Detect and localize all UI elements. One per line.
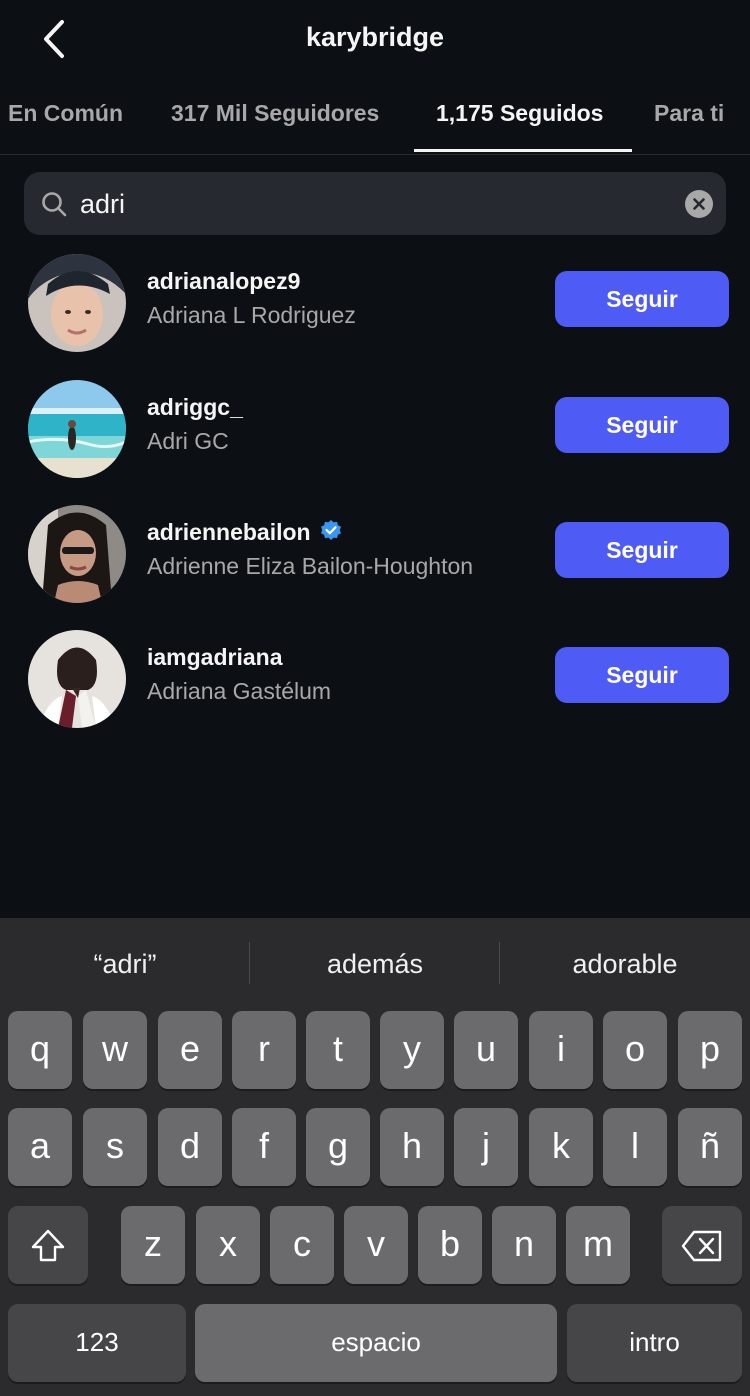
delete-key[interactable] [662, 1206, 742, 1284]
username-text[interactable]: adriennebailon [147, 519, 311, 545]
profile-username-title: karybridge [305, 22, 445, 52]
key-h[interactable]: h [380, 1108, 444, 1186]
avatar[interactable] [28, 630, 126, 728]
list-item[interactable]: iamgadriana Adriana Gastélum Seguir [0, 626, 750, 736]
key-p[interactable]: p [678, 1011, 742, 1089]
search-icon [42, 192, 67, 217]
suggestion-3[interactable]: adorable [500, 918, 750, 1010]
numbers-key[interactable]: 123 [8, 1304, 186, 1382]
shift-icon [31, 1230, 65, 1262]
key-c[interactable]: c [270, 1206, 334, 1284]
list-item[interactable]: adriggc_ Adri GC Seguir [0, 376, 750, 486]
key-s[interactable]: s [83, 1108, 147, 1186]
search-input[interactable] [80, 184, 670, 224]
key-r[interactable]: r [232, 1011, 296, 1089]
key-i[interactable]: i [529, 1011, 593, 1089]
top-bar: karybridge [0, 0, 750, 80]
suggestion-2[interactable]: además [250, 918, 500, 1010]
username[interactable]: adriennebailon [147, 519, 343, 546]
clear-search-icon[interactable] [685, 190, 713, 218]
key-v[interactable]: v [344, 1206, 408, 1284]
follow-button[interactable]: Seguir [555, 397, 729, 453]
tab-para-ti[interactable]: Para ti [654, 100, 724, 127]
follow-button[interactable]: Seguir [555, 647, 729, 703]
key-f[interactable]: f [232, 1108, 296, 1186]
key-x[interactable]: x [196, 1206, 260, 1284]
backspace-icon [681, 1231, 722, 1262]
key-b[interactable]: b [418, 1206, 482, 1284]
tab-seguidos[interactable]: 1,175 Seguidos [436, 100, 603, 127]
full-name: Adriana L Rodriguez [147, 302, 356, 328]
shift-key[interactable] [8, 1206, 88, 1284]
tab-seguidores[interactable]: 317 Mil Seguidores [171, 100, 379, 127]
key-l[interactable]: l [603, 1108, 667, 1186]
return-key[interactable]: intro [567, 1304, 742, 1382]
key-e[interactable]: e [158, 1011, 222, 1089]
list-item[interactable]: adriennebailon Adrienne Eliza Bailon-Hou… [0, 501, 750, 611]
verified-badge-icon [320, 520, 341, 540]
key-o[interactable]: o [603, 1011, 667, 1089]
full-name: Adriana Gastélum [147, 678, 332, 704]
username[interactable]: adrianalopez9 [147, 268, 300, 295]
search-bar[interactable] [24, 172, 726, 235]
avatar[interactable] [28, 505, 126, 603]
username[interactable]: adriggc_ [147, 394, 243, 421]
list-item[interactable]: adrianalopez9 Adriana L Rodriguez Seguir [0, 250, 750, 360]
space-key[interactable]: espacio [195, 1304, 557, 1382]
key-z[interactable]: z [121, 1206, 185, 1284]
full-name: Adrienne Eliza Bailon-Houghton [147, 553, 474, 579]
avatar[interactable] [28, 380, 126, 478]
full-name: Adri GC [147, 428, 229, 454]
key-t[interactable]: t [306, 1011, 370, 1089]
key-n[interactable]: n [492, 1206, 556, 1284]
active-tab-indicator [414, 149, 632, 152]
tab-en-comun[interactable]: En Común [8, 100, 123, 127]
key-w[interactable]: w [83, 1011, 147, 1089]
key-m[interactable]: m [566, 1206, 630, 1284]
follow-button[interactable]: Seguir [555, 271, 729, 327]
username[interactable]: iamgadriana [147, 644, 283, 671]
key-y[interactable]: y [380, 1011, 444, 1089]
key-k[interactable]: k [529, 1108, 593, 1186]
keyboard: “adri” además adorable q w e r t y u i o… [0, 918, 750, 1396]
key-q[interactable]: q [8, 1011, 72, 1089]
key-d[interactable]: d [158, 1108, 222, 1186]
key-j[interactable]: j [454, 1108, 518, 1186]
key-u[interactable]: u [454, 1011, 518, 1089]
avatar[interactable] [28, 254, 126, 352]
follow-button[interactable]: Seguir [555, 522, 729, 578]
tab-bar: En Común 317 Mil Seguidores 1,175 Seguid… [0, 88, 750, 155]
key-g[interactable]: g [306, 1108, 370, 1186]
key-n-tilde[interactable]: ñ [678, 1108, 742, 1186]
key-a[interactable]: a [8, 1108, 72, 1186]
suggestion-1[interactable]: “adri” [0, 918, 250, 1010]
